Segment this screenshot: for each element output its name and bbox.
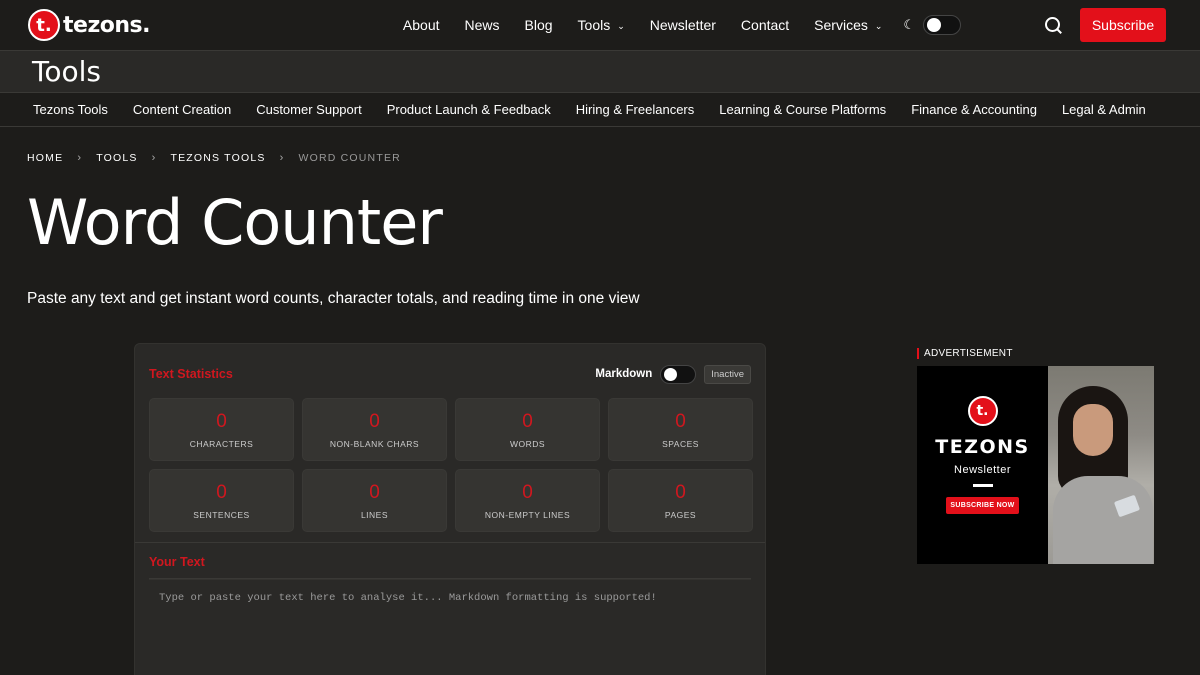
breadcrumb-home[interactable]: HOME bbox=[27, 152, 63, 164]
site-logo[interactable]: t. tezons. bbox=[28, 9, 150, 41]
nav-news[interactable]: News bbox=[465, 17, 500, 33]
nav-tools[interactable]: Tools ⌄ bbox=[578, 17, 625, 33]
stat-label: SPACES bbox=[662, 438, 699, 449]
newsletter-ad[interactable]: t. TEZONS Newsletter SUBSCRIBE NOW bbox=[917, 366, 1154, 564]
tools-bar: Tools bbox=[0, 50, 1200, 93]
ad-photo bbox=[1048, 366, 1154, 564]
chevron-right-icon: › bbox=[151, 152, 157, 164]
stat-non-empty-lines: 0 NON-EMPTY LINES bbox=[455, 469, 600, 532]
category-link[interactable]: Tezons Tools bbox=[33, 102, 108, 117]
stat-value: 0 bbox=[216, 481, 227, 503]
stats-header: Text Statistics Markdown Inactive bbox=[135, 344, 765, 384]
ad-photo-body bbox=[1053, 476, 1153, 564]
ad-photo-face bbox=[1073, 404, 1113, 456]
breadcrumb-current: WORD COUNTER bbox=[298, 152, 401, 164]
site-header: t. tezons. About News Blog Tools ⌄ Newsle… bbox=[0, 0, 1200, 50]
ad-divider bbox=[972, 484, 993, 487]
word-counter-card: Text Statistics Markdown Inactive 0 CHARA… bbox=[134, 343, 766, 675]
stat-sentences: 0 SENTENCES bbox=[149, 469, 294, 532]
chevron-down-icon: ⌄ bbox=[617, 20, 625, 31]
stat-non-blank-chars: 0 NON-BLANK CHARS bbox=[302, 398, 447, 461]
markdown-label: Markdown bbox=[595, 368, 653, 380]
category-link[interactable]: Finance & Accounting bbox=[911, 102, 1037, 117]
stat-words: 0 WORDS bbox=[455, 398, 600, 461]
logo-text: tezons. bbox=[63, 12, 150, 38]
stat-pages: 0 PAGES bbox=[608, 469, 753, 532]
chevron-down-icon: ⌄ bbox=[874, 20, 883, 31]
nav-newsletter[interactable]: Newsletter bbox=[650, 17, 716, 33]
nav-blog[interactable]: Blog bbox=[525, 17, 553, 33]
nav-about[interactable]: About bbox=[403, 17, 440, 33]
breadcrumb: HOME › TOOLS › TEZONS TOOLS › WORD COUNT… bbox=[27, 152, 401, 164]
stat-value: 0 bbox=[369, 481, 380, 503]
page-subtitle: Paste any text and get instant word coun… bbox=[27, 290, 640, 307]
stat-label: SENTENCES bbox=[193, 509, 250, 520]
stat-label: NON-EMPTY LINES bbox=[484, 509, 571, 520]
header-actions: Subscribe bbox=[1044, 8, 1166, 42]
nav-services[interactable]: Services ⌄ bbox=[814, 17, 882, 33]
ad-label: ADVERTISEMENT bbox=[917, 348, 1013, 359]
moon-icon: ☾ bbox=[903, 17, 916, 32]
text-input[interactable] bbox=[149, 579, 751, 659]
theme-switch: ☾ bbox=[903, 15, 962, 35]
category-link[interactable]: Learning & Course Platforms bbox=[719, 102, 886, 117]
stat-label: LINES bbox=[360, 509, 389, 520]
main-nav: About News Blog Tools ⌄ Newsletter Contac… bbox=[233, 15, 962, 35]
logo-mark: t. bbox=[28, 9, 60, 41]
status-badge: Inactive bbox=[704, 364, 751, 384]
ad-logo: t. bbox=[967, 396, 998, 426]
stat-label: NON-BLANK CHARS bbox=[329, 438, 420, 449]
ad-left-panel: t. TEZONS Newsletter SUBSCRIBE NOW bbox=[917, 366, 1048, 564]
stat-value: 0 bbox=[522, 410, 533, 432]
text-label: Your Text bbox=[149, 555, 205, 569]
stats-label: Text Statistics bbox=[149, 367, 233, 381]
stat-value: 0 bbox=[369, 410, 380, 432]
chevron-right-icon: › bbox=[279, 152, 285, 164]
category-nav: Tezons Tools Content Creation Customer S… bbox=[0, 93, 1200, 127]
category-link[interactable]: Customer Support bbox=[256, 102, 362, 117]
category-link[interactable]: Content Creation bbox=[133, 102, 231, 117]
stat-spaces: 0 SPACES bbox=[608, 398, 753, 461]
ad-newsletter: Newsletter bbox=[954, 464, 1011, 476]
breadcrumb-tools[interactable]: TOOLS bbox=[96, 152, 137, 164]
page-title: Word Counter bbox=[27, 186, 443, 259]
nav-contact[interactable]: Contact bbox=[741, 17, 789, 33]
ad-brand: TEZONS bbox=[935, 436, 1030, 458]
stat-value: 0 bbox=[675, 410, 686, 432]
breadcrumb-tezons-tools[interactable]: TEZONS TOOLS bbox=[170, 152, 265, 164]
stat-label: PAGES bbox=[664, 509, 697, 520]
category-link[interactable]: Hiring & Freelancers bbox=[576, 102, 695, 117]
stat-lines: 0 LINES bbox=[302, 469, 447, 532]
category-link[interactable]: Product Launch & Feedback bbox=[387, 102, 551, 117]
search-icon[interactable] bbox=[1044, 16, 1062, 34]
ad-subscribe-button[interactable]: SUBSCRIBE NOW bbox=[946, 497, 1019, 514]
stat-characters: 0 CHARACTERS bbox=[149, 398, 294, 461]
markdown-control: Markdown Inactive bbox=[595, 364, 751, 384]
stat-value: 0 bbox=[675, 481, 686, 503]
stats-grid: 0 CHARACTERS 0 NON-BLANK CHARS 0 WORDS 0 SPA… bbox=[135, 384, 765, 532]
tools-title: Tools bbox=[32, 55, 101, 88]
chevron-right-icon: › bbox=[77, 152, 83, 164]
subscribe-button[interactable]: Subscribe bbox=[1079, 8, 1166, 42]
stat-value: 0 bbox=[522, 481, 533, 503]
stat-value: 0 bbox=[216, 410, 227, 432]
stat-label: WORDS bbox=[509, 438, 546, 449]
theme-toggle[interactable] bbox=[923, 15, 962, 35]
markdown-toggle[interactable] bbox=[660, 364, 697, 384]
category-link[interactable]: Legal & Admin bbox=[1062, 102, 1146, 117]
stat-label: CHARACTERS bbox=[189, 438, 254, 449]
